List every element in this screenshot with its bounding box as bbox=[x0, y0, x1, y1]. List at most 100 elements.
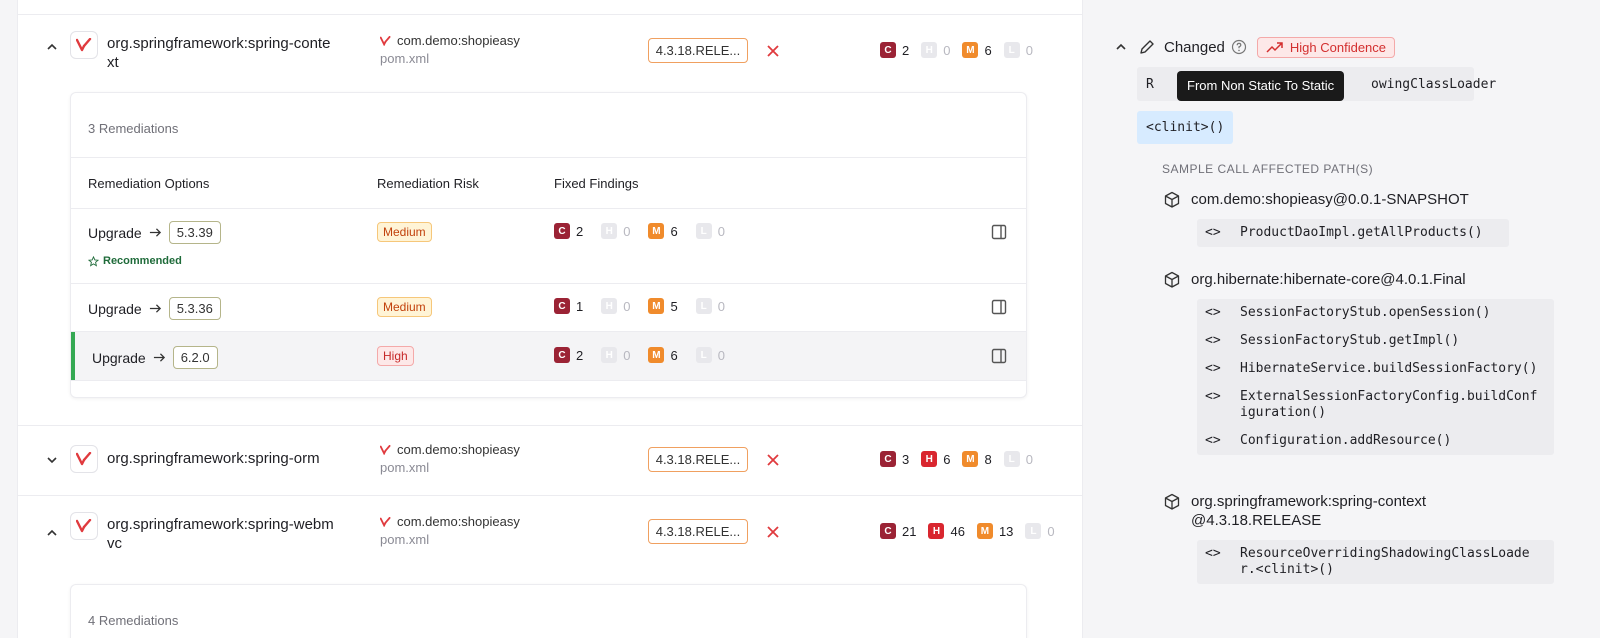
current-version-chip[interactable]: 4.3.18.RELE... bbox=[648, 447, 748, 472]
low-badge: L bbox=[695, 347, 712, 363]
low-badge: L bbox=[1003, 42, 1020, 58]
section-title: SAMPLE CALL AFFECTED PATH(S) bbox=[1162, 162, 1374, 176]
arrow-right-icon bbox=[149, 304, 161, 313]
project-info: com.demo:shopieasy pom.xml bbox=[380, 442, 520, 475]
maven-small-icon bbox=[380, 444, 391, 455]
call-path-text: Configuration.addResource() bbox=[1240, 433, 1452, 448]
remediation-row[interactable]: Upgrade 5.3.36 Medium C1 H0 M5 L0 bbox=[71, 284, 1026, 332]
close-icon[interactable] bbox=[765, 524, 781, 540]
call-path-item[interactable]: <> Configuration.addResource() bbox=[1205, 433, 1544, 449]
package-name-line1: org.springframework:spring-webm bbox=[107, 516, 334, 533]
remediation-card: 4 Remediations bbox=[70, 584, 1027, 638]
critical-count: 3 bbox=[902, 451, 910, 467]
high-count: 0 bbox=[623, 347, 631, 363]
side-panel-icon[interactable] bbox=[991, 299, 1007, 315]
call-path-item[interactable]: <> HibernateService.buildSessionFactory() bbox=[1205, 361, 1544, 377]
package-name-line2: vc bbox=[107, 535, 122, 552]
low-badge: L bbox=[695, 223, 712, 239]
header-fixed-findings: Fixed Findings bbox=[554, 176, 639, 191]
call-path-list: <> SessionFactoryStub.openSession() <> Ses… bbox=[1197, 299, 1554, 455]
class-chip-prefix: R bbox=[1146, 76, 1154, 92]
high-count: 6 bbox=[943, 451, 951, 467]
high-badge: H bbox=[921, 451, 938, 467]
side-panel-icon[interactable] bbox=[991, 224, 1007, 240]
maven-logo-icon bbox=[70, 512, 98, 540]
call-path-text: ExternalSessionFactoryConfig.buildConfig… bbox=[1240, 389, 1538, 420]
critical-count: 2 bbox=[576, 347, 584, 363]
close-icon[interactable] bbox=[765, 452, 781, 468]
upgrade-label: Upgrade bbox=[88, 300, 142, 317]
star-icon bbox=[88, 255, 99, 267]
chevron-up-icon[interactable] bbox=[1114, 40, 1128, 54]
project-info: com.demo:shopieasy pom.xml bbox=[380, 514, 520, 547]
remediation-row[interactable]: Upgrade 5.3.39 Recommended Medium C2 H0 … bbox=[71, 209, 1026, 284]
remediation-row-selected[interactable]: Upgrade 6.2.0 High C2 H0 M6 L0 bbox=[71, 332, 1026, 381]
package-row-spring-orm[interactable]: org.springframework:spring-orm com.demo:… bbox=[18, 433, 1082, 503]
target-version: 6.2.0 bbox=[172, 346, 218, 369]
medium-badge: M bbox=[962, 451, 979, 467]
method-chip[interactable]: <clinit>() bbox=[1137, 111, 1234, 144]
help-icon[interactable] bbox=[1231, 39, 1247, 55]
severity-counts: C2 H0 M6 L0 bbox=[880, 42, 1045, 58]
fixed-findings: C2 H0 M6 L0 bbox=[554, 347, 743, 363]
medium-count: 13 bbox=[998, 523, 1014, 539]
code-icon: <> bbox=[1205, 389, 1221, 404]
project-file: pom.xml bbox=[380, 532, 430, 547]
target-version: 5.3.39 bbox=[168, 221, 221, 244]
package-name[interactable]: org.springframework:spring-webm vc bbox=[107, 515, 362, 553]
current-version-chip[interactable]: 4.3.18.RELE... bbox=[648, 519, 748, 544]
call-path-item[interactable]: <> SessionFactoryStub.getImpl() bbox=[1205, 333, 1544, 349]
chevron-up-icon[interactable] bbox=[45, 40, 59, 54]
low-count: 0 bbox=[717, 223, 725, 239]
call-path-text: SessionFactoryStub.openSession() bbox=[1240, 305, 1491, 320]
call-path-item[interactable]: <> ProductDaoImpl.getAllProducts() bbox=[1205, 225, 1499, 241]
code-icon: <> bbox=[1205, 361, 1221, 376]
low-count: 0 bbox=[1047, 523, 1055, 539]
dependency-name: org.hibernate:hibernate-core@4.0.1.Final bbox=[1191, 271, 1466, 288]
risk-badge: Medium bbox=[377, 297, 432, 317]
package-name[interactable]: org.springframework:spring-conte xt bbox=[107, 34, 362, 72]
low-badge: L bbox=[1003, 451, 1020, 467]
current-version-chip[interactable]: 4.3.18.RELE... bbox=[648, 38, 748, 63]
low-count: 0 bbox=[717, 347, 725, 363]
call-path-item[interactable]: <> ResourceOverridingShadowingClassLoader… bbox=[1205, 546, 1544, 578]
side-panel-icon[interactable] bbox=[991, 348, 1007, 364]
medium-badge: M bbox=[962, 42, 979, 58]
close-icon[interactable] bbox=[765, 43, 781, 59]
code-icon: <> bbox=[1205, 333, 1221, 348]
low-count: 0 bbox=[717, 298, 725, 314]
critical-badge: C bbox=[880, 451, 896, 467]
call-path-item[interactable]: <> ExternalSessionFactoryConfig.buildConf… bbox=[1205, 389, 1544, 421]
low-count: 0 bbox=[1025, 42, 1033, 58]
header-remediation-options: Remediation Options bbox=[88, 176, 210, 191]
call-path-item[interactable]: <> SessionFactoryStub.openSession() bbox=[1205, 305, 1544, 321]
critical-badge: C bbox=[554, 298, 570, 314]
dependency-item: com.demo:shopieasy@0.0.1-SNAPSHOT bbox=[1163, 190, 1541, 209]
package-row-spring-webmvc[interactable]: org.springframework:spring-webm vc com.d… bbox=[18, 496, 1082, 566]
project-file: pom.xml bbox=[380, 51, 430, 66]
severity-counts: C 21 H 46 M 13 L0 bbox=[880, 523, 1067, 539]
tooltip: From Non Static To Static bbox=[1177, 71, 1345, 101]
package-name-line1: org.springframework:spring-conte bbox=[107, 35, 331, 52]
critical-badge: C bbox=[554, 223, 570, 239]
package-row-spring-context[interactable]: org.springframework:spring-conte xt com.… bbox=[18, 15, 1082, 85]
chevron-down-icon[interactable] bbox=[45, 453, 59, 467]
medium-badge: M bbox=[648, 223, 665, 239]
maven-small-icon bbox=[380, 35, 391, 46]
dependency-item: org.hibernate:hibernate-core@4.0.1.Final bbox=[1163, 270, 1541, 289]
critical-count: 2 bbox=[902, 42, 910, 58]
code-icon: <> bbox=[1205, 305, 1221, 320]
medium-count: 6 bbox=[670, 347, 678, 363]
critical-count: 21 bbox=[902, 523, 917, 539]
package-name[interactable]: org.springframework:spring-orm bbox=[107, 449, 362, 468]
high-badge: H bbox=[921, 42, 938, 58]
risk-badge: Medium bbox=[377, 222, 432, 242]
package-name-line2: xt bbox=[107, 54, 119, 71]
arrow-right-icon bbox=[153, 353, 165, 362]
call-path-list: <> ProductDaoImpl.getAllProducts() bbox=[1197, 219, 1509, 247]
medium-count: 8 bbox=[984, 451, 992, 467]
project-name: com.demo:shopieasy bbox=[397, 442, 520, 457]
remediation-card: 3 Remediations Remediation Options Remed… bbox=[70, 92, 1027, 398]
chevron-up-icon[interactable] bbox=[45, 526, 59, 540]
medium-badge: M bbox=[976, 523, 993, 539]
